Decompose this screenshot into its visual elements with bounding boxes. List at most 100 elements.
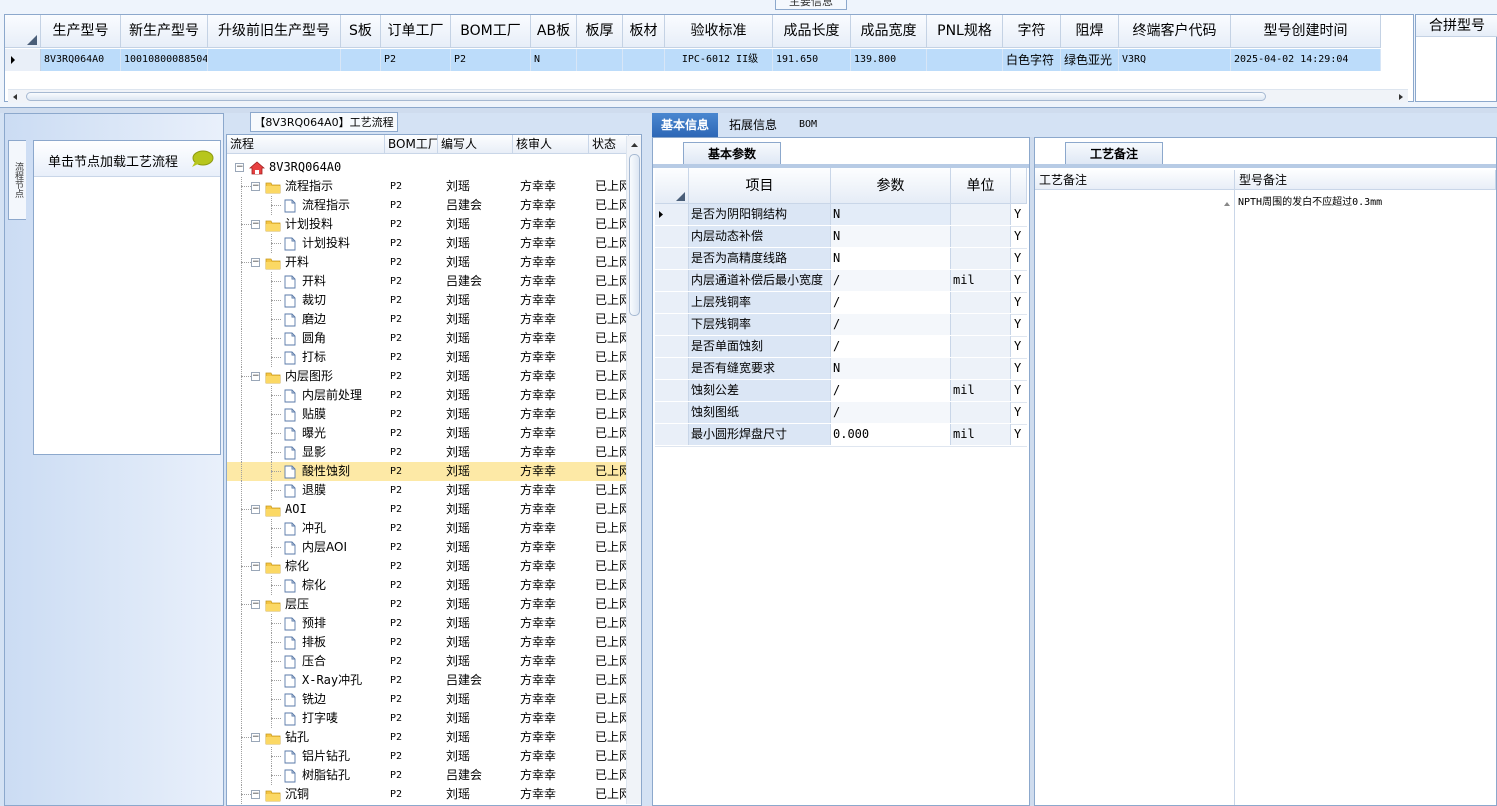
- tree-row[interactable]: − 内层图形 P2 刘瑶 方幸幸 已上网: [227, 367, 627, 386]
- param-value[interactable]: N: [831, 358, 951, 379]
- param-row[interactable]: 蚀刻公差 / mil Y: [655, 380, 1027, 403]
- param-value[interactable]: /: [831, 292, 951, 313]
- tree-row[interactable]: 铣边 P2 刘瑶 方幸幸 已上网: [227, 690, 627, 709]
- col-header[interactable]: 订单工厂: [381, 15, 451, 48]
- row-selector[interactable]: [655, 402, 689, 423]
- row-selector[interactable]: [655, 226, 689, 247]
- process-notes-title[interactable]: 工艺备注: [1065, 142, 1163, 164]
- tree-col-header[interactable]: 状态: [589, 135, 629, 154]
- col-header[interactable]: 升级前旧生产型号: [208, 15, 341, 48]
- col-header[interactable]: 生产型号: [41, 15, 121, 48]
- tree-row[interactable]: 曝光 P2 刘瑶 方幸幸 已上网: [227, 424, 627, 443]
- tree-row[interactable]: 显影 P2 刘瑶 方幸幸 已上网: [227, 443, 627, 462]
- collapse-icon[interactable]: −: [251, 790, 260, 799]
- row-selector[interactable]: [655, 380, 689, 401]
- tree-row[interactable]: 圆角 P2 刘瑶 方幸幸 已上网: [227, 329, 627, 348]
- tree-row[interactable]: − 计划投料 P2 刘瑶 方幸幸 已上网: [227, 215, 627, 234]
- tree-row[interactable]: − AOI P2 刘瑶 方幸幸 已上网: [227, 500, 627, 519]
- tree-row[interactable]: 酸性蚀刻 P2 刘瑶 方幸幸 已上网: [227, 462, 627, 481]
- grid-cell[interactable]: 139.800: [851, 49, 927, 71]
- param-row[interactable]: 内层动态补偿 N Y: [655, 226, 1027, 249]
- row-selector[interactable]: [655, 358, 689, 379]
- param-row[interactable]: 蚀刻图纸 / Y: [655, 402, 1027, 425]
- tab-basic-info[interactable]: 基本信息: [652, 113, 718, 137]
- param-value[interactable]: /: [831, 314, 951, 335]
- process-note-field[interactable]: [1035, 190, 1235, 805]
- tree-row[interactable]: 树脂钻孔 P2 吕建会 方幸幸 已上网: [227, 766, 627, 785]
- row-selector[interactable]: [655, 270, 689, 291]
- node-hint-bar[interactable]: 单击节点加载工艺流程: [34, 141, 220, 177]
- tab-extended-info[interactable]: 拓展信息: [720, 113, 786, 137]
- tree-row[interactable]: − 流程指示 P2 刘瑶 方幸幸 已上网: [227, 177, 627, 196]
- tree-row[interactable]: 打标 P2 刘瑶 方幸幸 已上网: [227, 348, 627, 367]
- tree-vscroll[interactable]: [626, 136, 641, 804]
- tree-col-header[interactable]: 流程: [227, 135, 385, 154]
- grid-cell[interactable]: [577, 49, 623, 71]
- col-header[interactable]: 成品长度: [773, 15, 851, 48]
- col-header[interactable]: PNL规格: [927, 15, 1003, 48]
- param-value[interactable]: 0.000: [831, 424, 951, 445]
- col-header[interactable]: AB板: [531, 15, 577, 48]
- collapse-icon[interactable]: −: [235, 163, 244, 172]
- grid-cell[interactable]: N: [531, 49, 577, 71]
- row-selector[interactable]: [655, 424, 689, 445]
- tree-row[interactable]: 计划投料 P2 刘瑶 方幸幸 已上网: [227, 234, 627, 253]
- tree-row[interactable]: − 沉铜 P2 刘瑶 方幸幸 已上网: [227, 785, 627, 804]
- col-header[interactable]: BOM工厂: [451, 15, 531, 48]
- tree-row[interactable]: − 棕化 P2 刘瑶 方幸幸 已上网: [227, 557, 627, 576]
- row-selector[interactable]: [655, 292, 689, 313]
- grid-cell[interactable]: [208, 49, 341, 71]
- param-row[interactable]: 上层残铜率 / Y: [655, 292, 1027, 315]
- collapse-icon[interactable]: −: [251, 600, 260, 609]
- grid-cell[interactable]: IPC-6012 II级: [665, 49, 773, 71]
- tree-row[interactable]: 打字唛 P2 刘瑶 方幸幸 已上网: [227, 709, 627, 728]
- tree-row[interactable]: 流程指示 P2 吕建会 方幸幸 已上网: [227, 196, 627, 215]
- collapse-icon[interactable]: −: [251, 182, 260, 191]
- grid-cell[interactable]: 8V3RQ064A0: [41, 49, 121, 71]
- col-header[interactable]: 板厚: [577, 15, 623, 48]
- row-selector[interactable]: [655, 204, 689, 225]
- tree-row[interactable]: 退膜 P2 刘瑶 方幸幸 已上网: [227, 481, 627, 500]
- col-unit[interactable]: 单位: [951, 168, 1011, 204]
- tab-bom[interactable]: BOM: [788, 113, 828, 137]
- tree-row[interactable]: 棕化 P2 刘瑶 方幸幸 已上网: [227, 576, 627, 595]
- tree-col-header[interactable]: 编写人: [438, 135, 513, 154]
- col-header[interactable]: 型号创建时间: [1231, 15, 1381, 48]
- row-selector[interactable]: [655, 336, 689, 357]
- param-row[interactable]: 下层残铜率 / Y: [655, 314, 1027, 337]
- col-item[interactable]: 项目: [689, 168, 831, 204]
- tree-row[interactable]: 贴膜 P2 刘瑶 方幸幸 已上网: [227, 405, 627, 424]
- param-row[interactable]: 是否单面蚀刻 / Y: [655, 336, 1027, 359]
- col-process-note[interactable]: 工艺备注: [1035, 170, 1235, 190]
- col-header[interactable]: 字符: [1003, 15, 1061, 48]
- row-indicator[interactable]: [5, 49, 41, 71]
- hscroll-thumb[interactable]: [26, 92, 1266, 101]
- param-value[interactable]: N: [831, 204, 951, 225]
- param-value[interactable]: /: [831, 402, 951, 423]
- col-header[interactable]: 验收标准: [665, 15, 773, 48]
- param-value[interactable]: /: [831, 270, 951, 291]
- tree-row[interactable]: − 钻孔 P2 刘瑶 方幸幸 已上网: [227, 728, 627, 747]
- tree-row[interactable]: 铝片钻孔 P2 刘瑶 方幸幸 已上网: [227, 747, 627, 766]
- param-row[interactable]: 最小圆形焊盘尺寸 0.000 mil Y: [655, 424, 1027, 447]
- collapse-icon[interactable]: −: [251, 258, 260, 267]
- tree-row[interactable]: 磨边 P2 刘瑶 方幸幸 已上网: [227, 310, 627, 329]
- tree-row[interactable]: − 开料 P2 刘瑶 方幸幸 已上网: [227, 253, 627, 272]
- model-note-text[interactable]: NPTH周围的发白不应超过0.3mm: [1238, 193, 1493, 213]
- tree-root-row[interactable]: − 8V3RQ064A0: [227, 158, 627, 177]
- tree-row[interactable]: X-Ray冲孔 P2 吕建会 方幸幸 已上网: [227, 671, 627, 690]
- tree-row[interactable]: 冲孔 P2 刘瑶 方幸幸 已上网: [227, 519, 627, 538]
- grid-cell[interactable]: 白色字符: [1003, 49, 1061, 71]
- grid-cell[interactable]: V3RQ: [1119, 49, 1231, 71]
- col-param[interactable]: 参数: [831, 168, 951, 204]
- tree-row[interactable]: 排板 P2 刘瑶 方幸幸 已上网: [227, 633, 627, 652]
- grid-cell[interactable]: P2: [381, 49, 451, 71]
- param-value[interactable]: /: [831, 380, 951, 401]
- tree-row[interactable]: 压合 P2 刘瑶 方幸幸 已上网: [227, 652, 627, 671]
- param-value[interactable]: N: [831, 248, 951, 269]
- param-row[interactable]: 是否为高精度线路 N Y: [655, 248, 1027, 271]
- col-header[interactable]: 成品宽度: [851, 15, 927, 48]
- grid-cell[interactable]: [927, 49, 1003, 71]
- row-selector[interactable]: [655, 248, 689, 269]
- tree-row[interactable]: 预排 P2 刘瑶 方幸幸 已上网: [227, 614, 627, 633]
